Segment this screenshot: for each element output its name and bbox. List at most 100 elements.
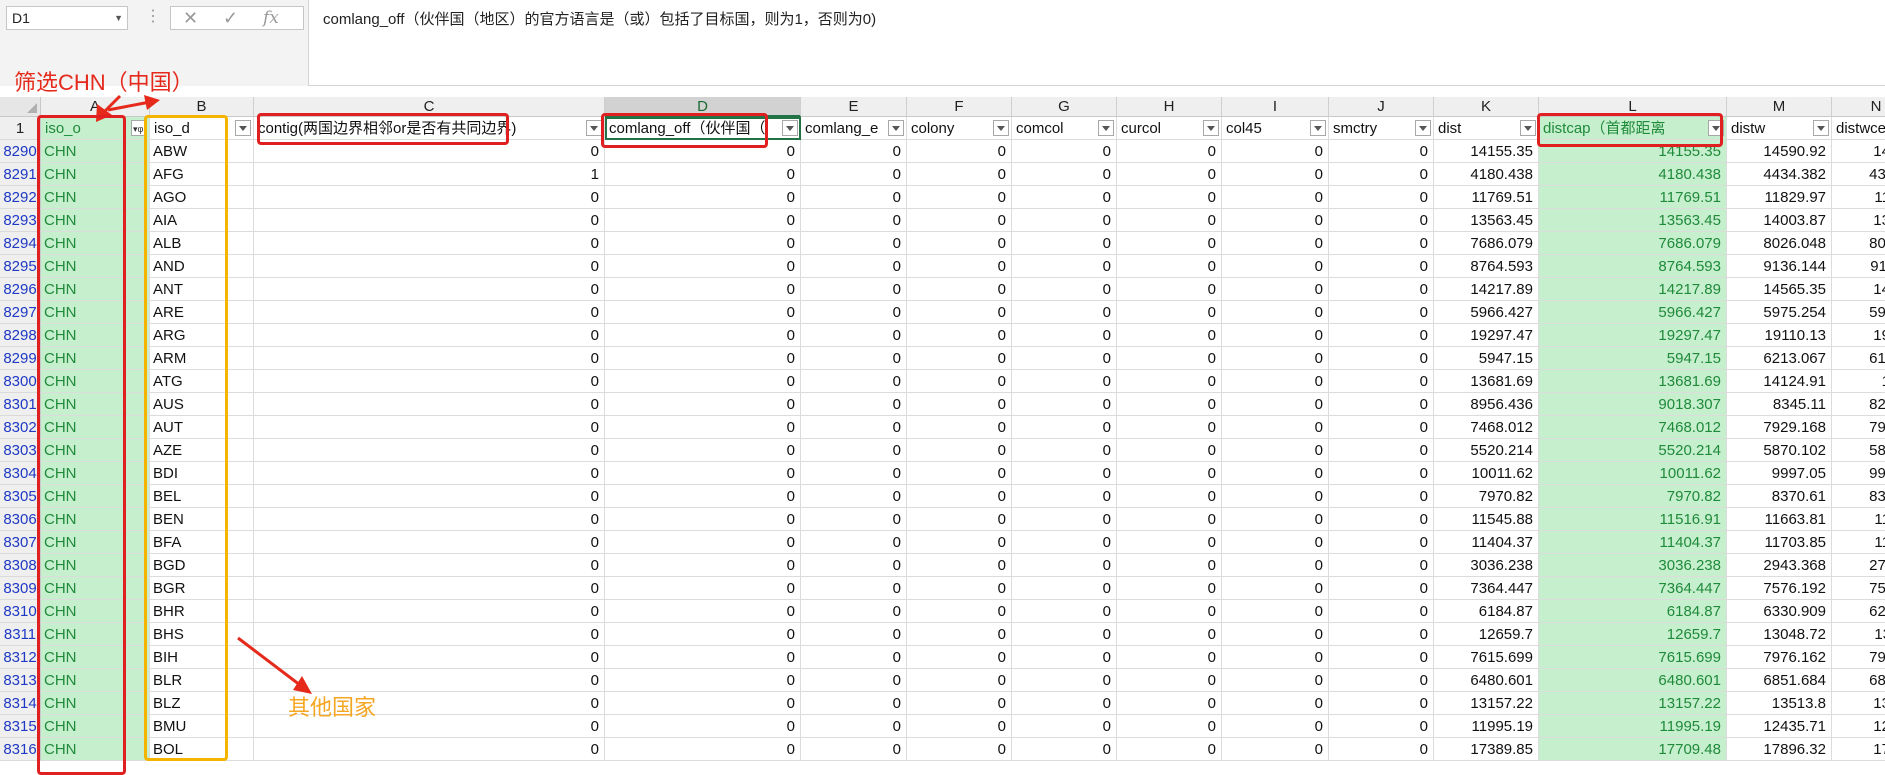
cell-distwces[interactable]: 7550.9 xyxy=(1832,577,1885,600)
row-header[interactable]: 8304 xyxy=(0,462,41,485)
cell-distcap[interactable]: 7364.447 xyxy=(1539,577,1727,600)
cell-curcol[interactable]: 0 xyxy=(1117,623,1222,646)
row-header[interactable]: 8296 xyxy=(0,278,41,301)
cell-smctry[interactable]: 0 xyxy=(1329,531,1434,554)
cell-smctry[interactable]: 0 xyxy=(1329,669,1434,692)
cell-dist[interactable]: 5520.214 xyxy=(1434,439,1539,462)
cell-col45[interactable]: 0 xyxy=(1222,508,1329,531)
cell-col45[interactable]: 0 xyxy=(1222,232,1329,255)
cell-contig[interactable]: 0 xyxy=(254,439,605,462)
cell-iso_d[interactable]: BIH xyxy=(150,646,254,669)
cell-distwces[interactable]: 12402 xyxy=(1832,715,1885,738)
cell-curcol[interactable]: 0 xyxy=(1117,278,1222,301)
cell-iso_o[interactable]: CHN xyxy=(41,577,150,600)
cell-iso_d[interactable]: AZE xyxy=(150,439,254,462)
cell-comlang_e[interactable]: 0 xyxy=(801,577,907,600)
cell-dist[interactable]: 8764.593 xyxy=(1434,255,1539,278)
cell-iso_d[interactable]: BGR xyxy=(150,577,254,600)
column-header-d[interactable]: D xyxy=(605,97,801,117)
cell-smctry[interactable]: 0 xyxy=(1329,646,1434,669)
cell-dist[interactable]: 7686.079 xyxy=(1434,232,1539,255)
column-header-b[interactable]: B xyxy=(150,97,254,117)
cell-iso_d[interactable]: BLR xyxy=(150,669,254,692)
cell-dist[interactable]: 11995.19 xyxy=(1434,715,1539,738)
insert-function-icon[interactable]: fx xyxy=(263,7,279,29)
cell-colony[interactable]: 0 xyxy=(907,738,1012,761)
cell-comcol[interactable]: 0 xyxy=(1012,715,1117,738)
cell-distw[interactable]: 6851.684 xyxy=(1727,669,1832,692)
cell-distw[interactable]: 14124.91 xyxy=(1727,370,1832,393)
cell-distcap[interactable]: 13681.69 xyxy=(1539,370,1727,393)
row-header[interactable]: 8312 xyxy=(0,646,41,669)
cell-curcol[interactable]: 0 xyxy=(1117,347,1222,370)
cell-iso_d[interactable]: AIA xyxy=(150,209,254,232)
cell-smctry[interactable]: 0 xyxy=(1329,163,1434,186)
cell-distwces[interactable]: 14532 xyxy=(1832,278,1885,301)
cell-contig[interactable]: 0 xyxy=(254,554,605,577)
cell-dist[interactable]: 19297.47 xyxy=(1434,324,1539,347)
cell-comlang_off[interactable]: 0 xyxy=(605,462,801,485)
cell-colony[interactable]: 0 xyxy=(907,462,1012,485)
cell-dist[interactable]: 13563.45 xyxy=(1434,209,1539,232)
header-cell-distwces[interactable]: distwces xyxy=(1832,117,1885,140)
cell-distw[interactable]: 8345.11 xyxy=(1727,393,1832,416)
cell-smctry[interactable]: 0 xyxy=(1329,324,1434,347)
row-header[interactable]: 8292 xyxy=(0,186,41,209)
cell-col45[interactable]: 0 xyxy=(1222,370,1329,393)
cell-distw[interactable]: 13513.8 xyxy=(1727,692,1832,715)
cell-col45[interactable]: 0 xyxy=(1222,485,1329,508)
cell-colony[interactable]: 0 xyxy=(907,646,1012,669)
filter-dropdown-icon[interactable] xyxy=(1708,120,1724,136)
cell-distw[interactable]: 11703.85 xyxy=(1727,531,1832,554)
cell-dist[interactable]: 6184.87 xyxy=(1434,600,1539,623)
cell-smctry[interactable]: 0 xyxy=(1329,508,1434,531)
row-header[interactable]: 8315 xyxy=(0,715,41,738)
cell-iso_o[interactable]: CHN xyxy=(41,508,150,531)
header-cell-distw[interactable]: distw xyxy=(1727,117,1832,140)
cell-colony[interactable]: 0 xyxy=(907,278,1012,301)
cell-distwces[interactable]: 13011 xyxy=(1832,623,1885,646)
cell-smctry[interactable]: 0 xyxy=(1329,347,1434,370)
cell-comlang_e[interactable]: 0 xyxy=(801,715,907,738)
cell-comlang_e[interactable]: 0 xyxy=(801,669,907,692)
cell-distwces[interactable]: 11686 xyxy=(1832,531,1885,554)
cell-dist[interactable]: 4180.438 xyxy=(1434,163,1539,186)
cell-curcol[interactable]: 0 xyxy=(1117,531,1222,554)
header-cell-iso_d[interactable]: iso_d xyxy=(150,117,254,140)
header-cell-comlang_off[interactable]: comlang_off（伙伴国（ xyxy=(605,117,801,140)
cell-colony[interactable]: 0 xyxy=(907,370,1012,393)
cell-distwces[interactable]: 14560 xyxy=(1832,140,1885,163)
cell-comlang_off[interactable]: 0 xyxy=(605,577,801,600)
cell-dist[interactable]: 14217.89 xyxy=(1434,278,1539,301)
cell-colony[interactable]: 0 xyxy=(907,393,1012,416)
cell-distwces[interactable]: 6183.6 xyxy=(1832,347,1885,370)
cell-comlang_e[interactable]: 0 xyxy=(801,485,907,508)
header-cell-dist[interactable]: dist xyxy=(1434,117,1539,140)
cell-comlang_off[interactable]: 0 xyxy=(605,623,801,646)
cell-col45[interactable]: 0 xyxy=(1222,692,1329,715)
cell-distcap[interactable]: 4180.438 xyxy=(1539,163,1727,186)
cell-distw[interactable]: 8370.61 xyxy=(1727,485,1832,508)
cell-smctry[interactable]: 0 xyxy=(1329,209,1434,232)
cell-colony[interactable]: 0 xyxy=(907,439,1012,462)
cell-iso_o[interactable]: CHN xyxy=(41,531,150,554)
cell-contig[interactable]: 0 xyxy=(254,255,605,278)
cell-comcol[interactable]: 0 xyxy=(1012,623,1117,646)
cell-distwces[interactable]: 7904.2 xyxy=(1832,416,1885,439)
cell-colony[interactable]: 0 xyxy=(907,301,1012,324)
cell-comlang_e[interactable]: 0 xyxy=(801,324,907,347)
cell-curcol[interactable]: 0 xyxy=(1117,140,1222,163)
row-header[interactable]: 8307 xyxy=(0,531,41,554)
cell-col45[interactable]: 0 xyxy=(1222,209,1329,232)
cell-comlang_off[interactable]: 0 xyxy=(605,209,801,232)
cell-contig[interactable]: 0 xyxy=(254,416,605,439)
cell-distw[interactable]: 12435.71 xyxy=(1727,715,1832,738)
cell-iso_d[interactable]: ATG xyxy=(150,370,254,393)
column-header-g[interactable]: G xyxy=(1012,97,1117,117)
cell-distcap[interactable]: 13157.22 xyxy=(1539,692,1727,715)
cell-contig[interactable]: 0 xyxy=(254,393,605,416)
cell-dist[interactable]: 7468.012 xyxy=(1434,416,1539,439)
cell-iso_d[interactable]: ARG xyxy=(150,324,254,347)
cell-distw[interactable]: 5975.254 xyxy=(1727,301,1832,324)
cell-comlang_e[interactable]: 0 xyxy=(801,301,907,324)
